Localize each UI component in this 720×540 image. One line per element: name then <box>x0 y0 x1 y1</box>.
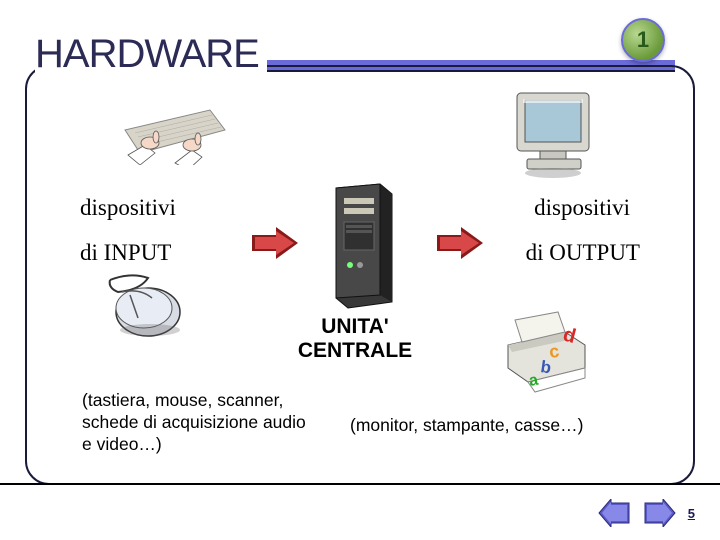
prev-button[interactable] <box>596 498 632 528</box>
slide-content: d c b a dispositivi di INPUT dispositivi… <box>40 80 680 470</box>
output-type-label: di OUTPUT <box>526 240 640 266</box>
arrow-right-icon <box>250 225 300 261</box>
arrow-right-icon <box>435 225 485 261</box>
keyboard-icon <box>120 95 230 165</box>
mouse-icon <box>100 270 195 345</box>
input-devices-label: dispositivi <box>80 195 176 221</box>
output-examples: (monitor, stampante, casse…) <box>350 415 583 436</box>
printer-icon: d c b a <box>490 310 600 400</box>
page-number: 5 <box>688 506 695 521</box>
footer-divider <box>0 483 720 485</box>
footer-nav: 5 <box>596 498 695 528</box>
tower-icon <box>318 180 408 310</box>
input-type-label: di INPUT <box>80 240 171 266</box>
input-examples: (tastiera, mouse, scanner, schede di acq… <box>82 390 307 456</box>
slide-number-badge: 1 <box>621 18 665 62</box>
page-title: HARDWARE <box>35 32 267 77</box>
output-devices-label: dispositivi <box>534 195 630 221</box>
central-unit-label: UNITA' CENTRALE <box>275 315 435 363</box>
next-button[interactable] <box>642 498 678 528</box>
monitor-icon <box>505 85 605 180</box>
